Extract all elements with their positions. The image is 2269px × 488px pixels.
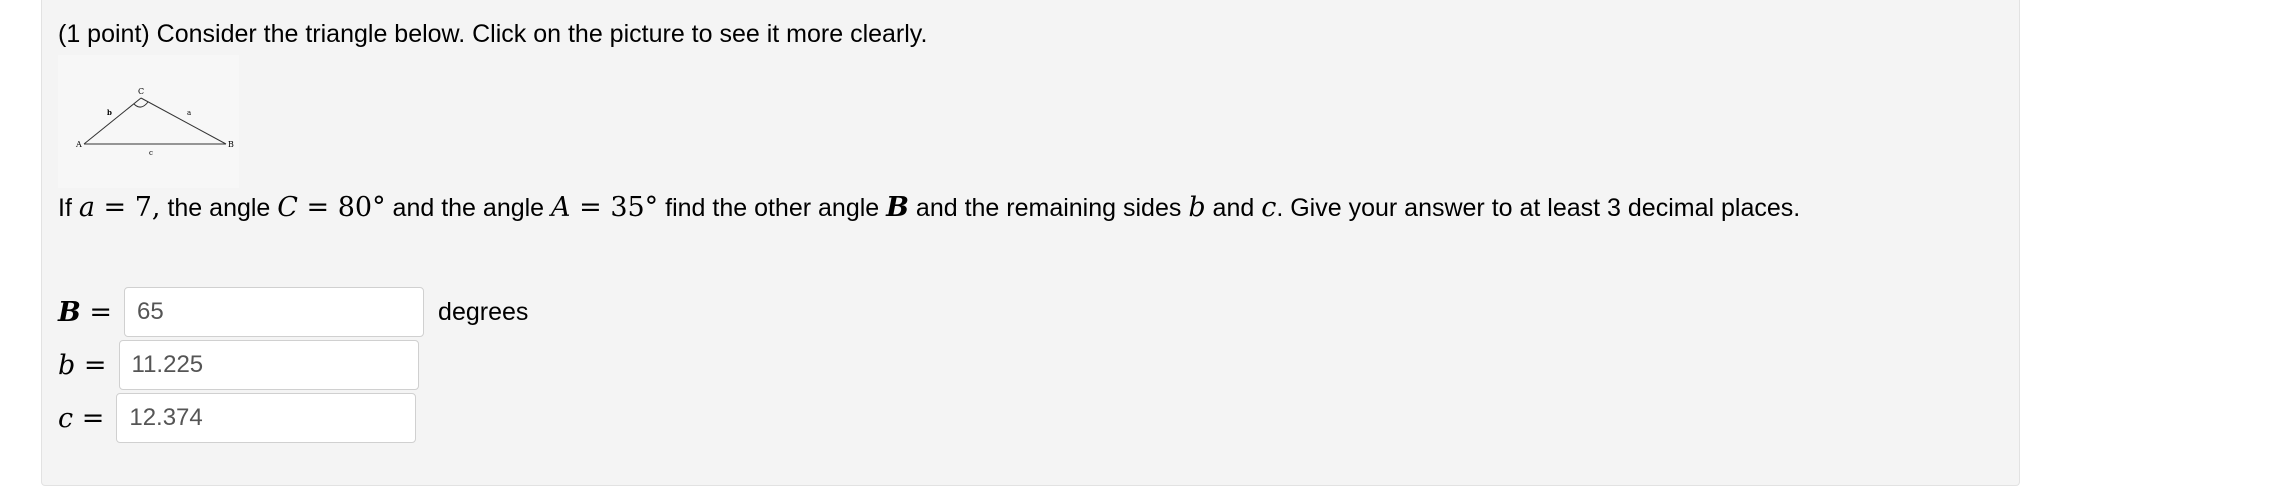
answer-label-angle-b: B = — [58, 297, 112, 328]
problem-question: If a = 7, the angle C = 80° and the angl… — [58, 190, 1800, 226]
math-a-angle-equals: A = 35° — [551, 192, 658, 223]
math-var-b-angle: B — [886, 192, 909, 223]
vertex-label-c: C — [138, 87, 144, 96]
side-b-input[interactable] — [118, 340, 419, 390]
math-c-equals: C = 80° — [277, 192, 385, 223]
degrees-unit: degrees — [438, 297, 529, 326]
vertex-label-a: A — [75, 140, 82, 149]
answer-var: B — [58, 296, 81, 328]
question-text: and the remaining sides — [908, 194, 1189, 222]
problem-panel: (1 point) Consider the triangle below. C… — [41, 0, 2020, 486]
math-value-a: = 7, — [94, 192, 161, 223]
math-var-c-angle: C — [277, 192, 298, 223]
side-label-a: a — [187, 109, 191, 117]
answer-var: c — [58, 402, 74, 434]
question-text: find the other angle — [658, 194, 887, 222]
answer-equals: = — [80, 296, 113, 328]
math-value-c-angle: = 80° — [297, 192, 386, 223]
answer-var: b — [58, 349, 76, 381]
answer-label-side-b: b = — [58, 350, 107, 381]
side-label-b: b — [107, 108, 112, 117]
answer-row-angle-b: B = degrees — [58, 287, 528, 337]
math-a-equals: a = 7, — [79, 192, 161, 223]
question-text: and the angle — [385, 194, 552, 222]
math-value-a-angle: = 35° — [570, 192, 659, 223]
question-text: the angle — [160, 194, 278, 222]
triangle-diagram: A B C a b c — [75, 87, 234, 157]
answer-equals: = — [73, 402, 105, 434]
question-text: . Give your answer to at least 3 decimal… — [1276, 194, 1801, 222]
angle-b-input[interactable] — [124, 287, 425, 337]
answer-row-side-c: c = — [58, 393, 417, 443]
answer-equals: = — [75, 349, 107, 381]
math-var-c-side: c — [1261, 192, 1277, 223]
side-c-input[interactable] — [116, 393, 417, 443]
math-var-b-side: b — [1188, 192, 1206, 223]
triangle-figure[interactable]: A B C a b c — [58, 55, 239, 188]
problem-intro: (1 point) Consider the triangle below. C… — [58, 20, 928, 48]
math-var-a-angle: A — [551, 192, 571, 223]
answer-row-side-b: b = — [58, 340, 419, 390]
vertex-label-b: B — [228, 140, 234, 149]
side-label-c: c — [149, 149, 153, 157]
answer-label-side-c: c = — [58, 403, 104, 434]
math-var-a: a — [78, 192, 95, 223]
question-text: and — [1205, 194, 1262, 222]
question-text: If — [58, 194, 79, 222]
